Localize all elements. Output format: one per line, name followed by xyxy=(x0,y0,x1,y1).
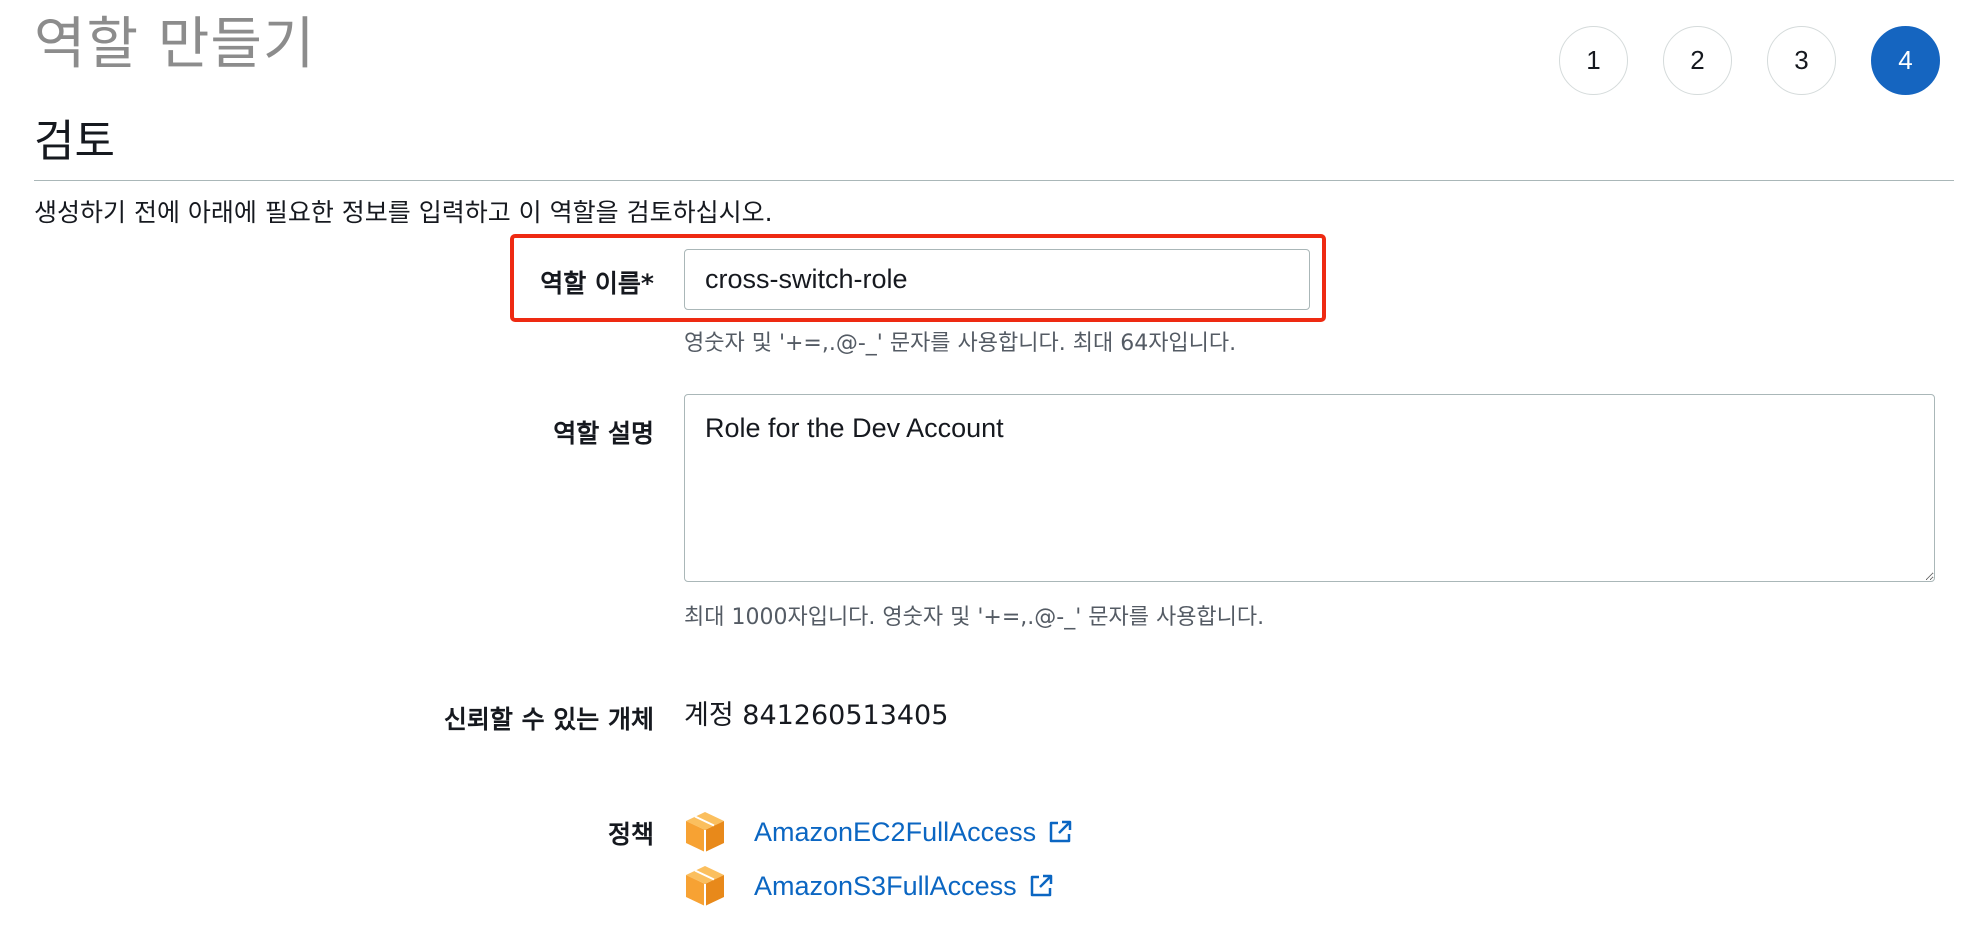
page-title: 역할 만들기 xyxy=(34,12,316,77)
trusted-entities-label: 신뢰할 수 있는 개체 xyxy=(443,705,654,734)
section-divider xyxy=(34,180,1954,181)
step-2-button[interactable]: 2 xyxy=(1663,26,1732,95)
section-title: 검토 xyxy=(34,116,115,167)
role-name-hint: 영숫자 및 '+=,.@-_' 문자를 사용합니다. 최대 64자입니다. xyxy=(684,331,1237,356)
policy-box-icon xyxy=(686,812,724,852)
external-link-icon[interactable] xyxy=(1046,818,1074,846)
role-description-textarea[interactable]: Role for the Dev Account xyxy=(684,394,1935,582)
policy-link-s3[interactable]: AmazonS3FullAccess xyxy=(754,871,1017,902)
step-3-button[interactable]: 3 xyxy=(1767,26,1836,95)
trusted-entities-value: 계정 841260513405 xyxy=(684,700,949,731)
policy-item: AmazonEC2FullAccess xyxy=(684,808,1074,856)
policy-link-ec2[interactable]: AmazonEC2FullAccess xyxy=(754,817,1036,848)
policy-item: AmazonS3FullAccess xyxy=(684,862,1055,910)
role-description-hint: 최대 1000자입니다. 영숫자 및 '+=,.@-_' 문자를 사용합니다. xyxy=(684,605,1265,630)
role-name-label: 역할 이름* xyxy=(540,269,654,298)
step-4-button[interactable]: 4 xyxy=(1871,26,1940,95)
policies-label: 정책 xyxy=(607,820,654,849)
intro-text: 생성하기 전에 아래에 필요한 정보를 입력하고 이 역할을 검토하십시오. xyxy=(34,198,773,227)
step-1-button[interactable]: 1 xyxy=(1559,26,1628,95)
external-link-icon[interactable] xyxy=(1027,872,1055,900)
role-name-input[interactable] xyxy=(684,249,1310,310)
policy-box-icon xyxy=(686,866,724,906)
role-description-label: 역할 설명 xyxy=(553,419,654,448)
wizard-stepper: 1 2 3 4 xyxy=(1559,26,1940,95)
